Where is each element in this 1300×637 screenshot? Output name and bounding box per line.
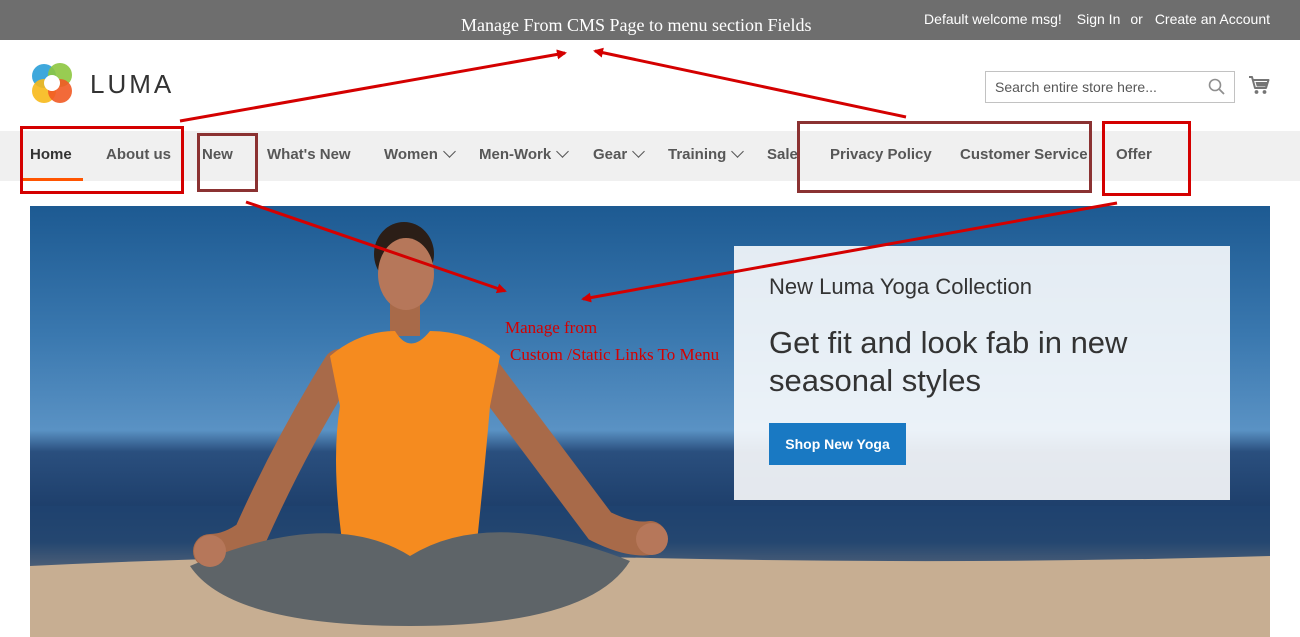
nav-item-whats-new[interactable]: What's New	[267, 131, 351, 181]
search-box	[985, 71, 1235, 103]
nav-label: What's New	[267, 146, 351, 163]
nav-label: Gear	[593, 146, 628, 163]
annotation-box-cms-right	[797, 121, 1092, 193]
cart-icon[interactable]	[1248, 74, 1270, 101]
welcome-message: Default welcome msg!	[924, 11, 1062, 27]
nav-label: Women	[384, 146, 438, 163]
annotation-box-offer	[1102, 121, 1191, 196]
arrow-right-to-cms	[593, 47, 907, 119]
promo-title: Get fit and look fab in new seasonal sty…	[769, 325, 1128, 398]
top-panel: Manage From CMS Page to menu section Fie…	[0, 0, 1300, 40]
nav-item-sale[interactable]: Sale	[767, 131, 798, 181]
or-separator: or	[1130, 11, 1143, 27]
annotation-text-line2: Custom /Static Links To Menu	[510, 345, 720, 364]
nav-label: Men-Work	[479, 146, 552, 163]
chevron-down-icon	[632, 145, 646, 158]
nav-item-men-work[interactable]: Men-Work	[479, 131, 570, 181]
nav-item-women[interactable]: Women	[384, 131, 456, 181]
nav-item-training[interactable]: Training	[668, 131, 745, 181]
chevron-down-icon	[556, 145, 570, 158]
chevron-down-icon	[731, 145, 745, 158]
nav-item-gear[interactable]: Gear	[593, 131, 646, 181]
nav-label: Sale	[767, 146, 798, 163]
annotation-text-line1: Manage from	[505, 318, 598, 337]
annotation-box-cms-left	[20, 126, 184, 194]
shop-new-yoga-button[interactable]: Shop New Yoga	[769, 423, 906, 465]
arrow-left-to-cms	[179, 49, 567, 123]
promo-card: New Luma Yoga Collection Get fit and loo…	[734, 246, 1230, 500]
chevron-down-icon	[443, 145, 456, 158]
header-links: Default welcome msg! Sign In or Create a…	[924, 11, 1270, 27]
search-icon[interactable]	[1208, 78, 1226, 101]
create-account-link[interactable]: Create an Account	[1155, 11, 1270, 27]
annotation-box-new	[197, 133, 258, 192]
luma-logo-icon	[32, 63, 72, 103]
promo-subtitle: New Luma Yoga Collection	[769, 274, 1032, 299]
sign-in-link[interactable]: Sign In	[1077, 11, 1121, 27]
search-input[interactable]	[986, 72, 1196, 102]
logo[interactable]: LUMA	[30, 62, 174, 106]
cms-annotation-text: Manage From CMS Page to menu section Fie…	[461, 15, 812, 35]
nav-label: Training	[668, 146, 727, 163]
logo-text: LUMA	[90, 68, 175, 99]
